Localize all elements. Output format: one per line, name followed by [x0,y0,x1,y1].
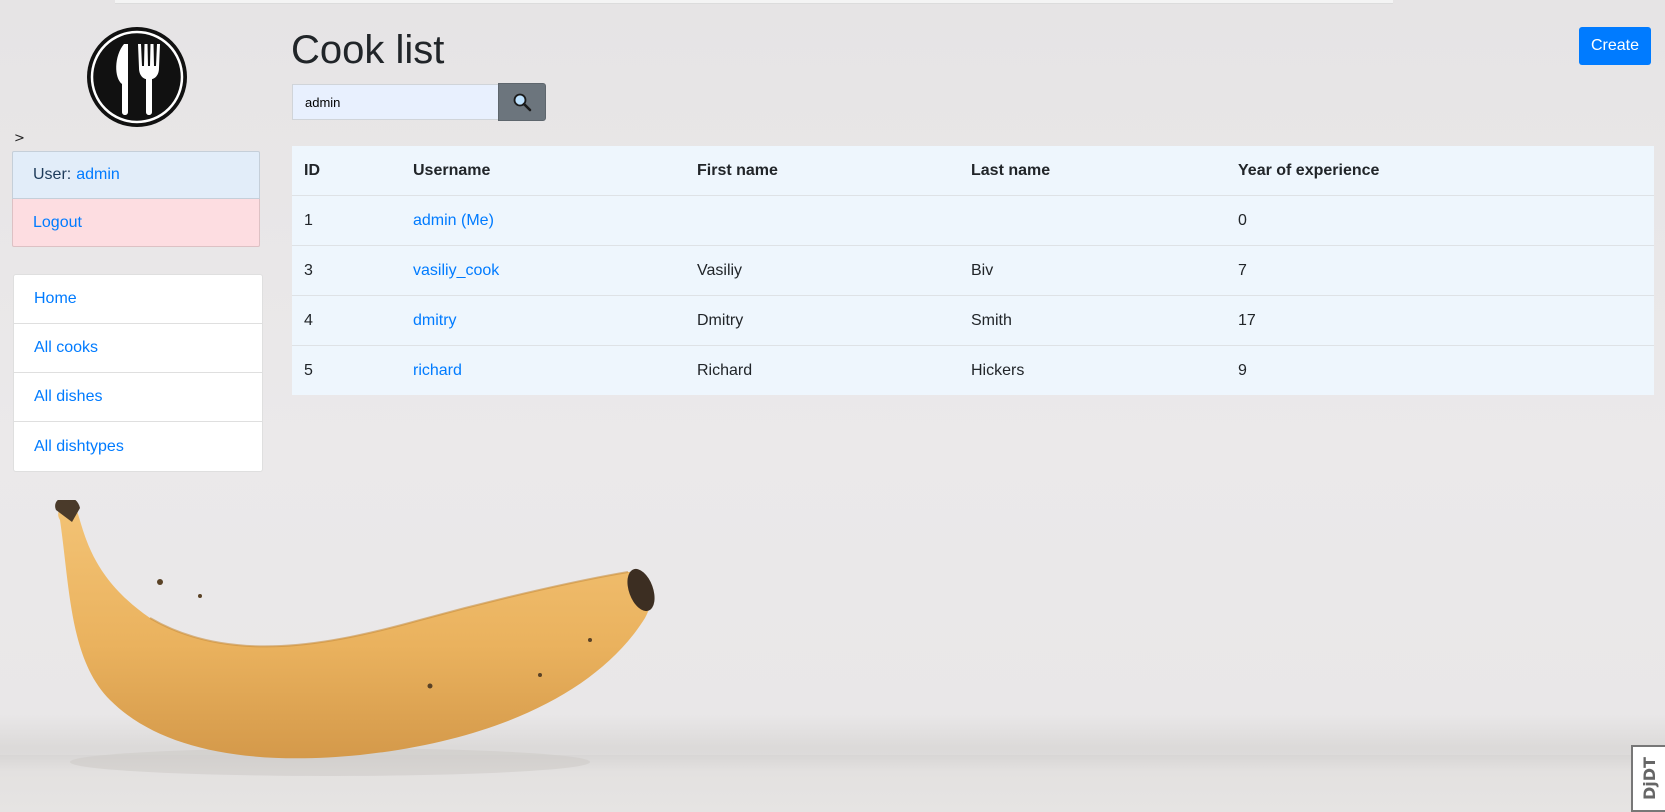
sidebar-item-all-cooks[interactable]: All cooks [14,324,262,373]
cell-id: 5 [292,345,401,395]
username-link[interactable]: admin (Me) [413,212,494,229]
table-row: 1 admin (Me) 0 [292,195,1654,246]
search-input[interactable] [292,84,498,120]
page-title: Cook list [291,28,445,72]
sidebar-nav: Home All cooks All dishes All dishtypes [13,274,263,472]
browser-top-strip [115,0,1393,4]
sidebar-item-all-dishes[interactable]: All dishes [14,373,262,422]
cell-last-name: Biv [959,245,1226,296]
cell-id: 1 [292,195,401,246]
search-button[interactable] [498,83,546,121]
sidebar-item-home[interactable]: Home [14,275,262,324]
table-row: 5 richard Richard Hickers 9 [292,345,1654,395]
fork-knife-logo-icon[interactable] [86,26,188,128]
column-header-first-name: First name [685,146,959,196]
banana-background-image [55,500,655,776]
username-link[interactable]: vasiliy_cook [413,262,499,279]
cell-first-name: Richard [685,345,959,395]
cell-years: 9 [1226,345,1654,395]
cell-first-name: Vasiliy [685,245,959,296]
table-header-row: ID Username First name Last name Year of… [292,146,1654,196]
column-header-id: ID [292,146,401,196]
search-icon [513,93,532,112]
cell-first-name [685,195,959,246]
cell-id: 4 [292,295,401,346]
debug-toolbar-label: DjDT [1639,757,1659,800]
create-button[interactable]: Create [1579,27,1651,65]
column-header-years: Year of experience [1226,146,1654,196]
cell-years: 17 [1226,295,1654,346]
cell-last-name: Smith [959,295,1226,346]
current-username-link[interactable]: admin [76,166,120,184]
user-label: User: [33,166,72,183]
username-link[interactable]: richard [413,362,462,379]
username-link[interactable]: dmitry [413,312,457,329]
current-user-row: User: admin [12,151,260,199]
cell-last-name: Hickers [959,345,1226,395]
logout-link[interactable]: Logout [12,199,260,247]
user-panel: User: admin Logout [12,151,260,247]
cell-id: 3 [292,245,401,296]
column-header-last-name: Last name [959,146,1226,196]
column-header-username: Username [401,146,685,196]
cell-last-name [959,195,1226,246]
table-row: 3 vasiliy_cook Vasiliy Biv 7 [292,245,1654,296]
debug-toolbar-handle[interactable]: DjDT [1631,745,1665,812]
cook-table: ID Username First name Last name Year of… [292,146,1654,395]
cell-years: 0 [1226,195,1654,246]
cell-years: 7 [1226,245,1654,296]
table-row: 4 dmitry Dmitry Smith 17 [292,295,1654,346]
cell-first-name: Dmitry [685,295,959,346]
collapse-caret[interactable]: > [14,131,25,146]
sidebar-item-all-dishtypes[interactable]: All dishtypes [14,422,262,471]
